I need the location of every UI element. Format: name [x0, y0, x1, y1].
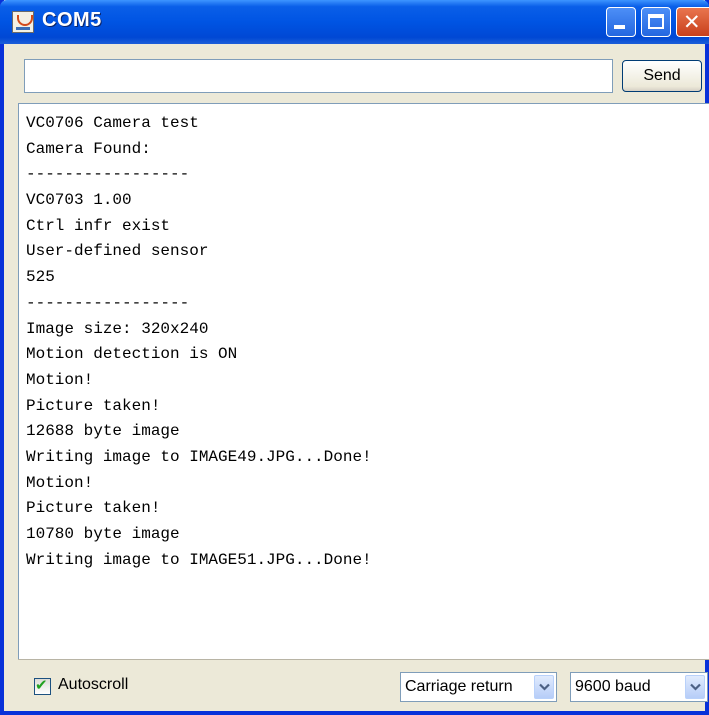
check-icon: ✔	[35, 676, 48, 694]
output-line: VC0706 Camera test	[26, 114, 199, 132]
chevron-down-icon[interactable]	[685, 675, 705, 699]
output-line: -----------------	[26, 165, 190, 184]
output-line: Ctrl infr exist	[26, 216, 171, 235]
status-bar: ✔ Autoscroll Carriage return 9600 baud	[18, 659, 709, 712]
line-ending-value: Carriage return	[405, 678, 513, 695]
output-line: Writing image to IMAGE51.JPG...Done!	[26, 550, 372, 569]
close-button[interactable]: ✕	[676, 7, 709, 37]
output-line: Motion!	[26, 473, 94, 492]
output-line: Image size: 320x240	[26, 319, 209, 338]
line-ending-select[interactable]: Carriage return	[400, 672, 557, 702]
autoscroll-checkbox[interactable]: ✔	[34, 676, 51, 695]
output-line: -----------------	[26, 293, 190, 312]
output-line: 12688 byte image	[26, 422, 180, 441]
minimize-icon	[614, 25, 625, 29]
output-line: Camera Found:	[26, 139, 151, 158]
serial-input[interactable]	[24, 59, 613, 93]
output-line: 525	[26, 268, 55, 287]
chevron-down-icon[interactable]	[534, 675, 554, 699]
output-line: VC0703 1.00	[26, 191, 132, 210]
window-title: COM5	[42, 9, 102, 31]
close-icon: ✕	[683, 10, 701, 34]
baud-rate-select[interactable]: 9600 baud	[570, 672, 708, 702]
serial-monitor-window: COM5 ✕ Send VC0706 Camera test Camera Fou…	[0, 0, 709, 715]
output-line: Motion detection is ON	[26, 345, 238, 364]
output-line: 10780 byte image	[26, 525, 180, 543]
maximize-button[interactable]	[641, 7, 671, 37]
output-line: Writing image to IMAGE49.JPG...Done!	[26, 447, 372, 466]
output-line: Picture taken!	[26, 499, 161, 518]
output-line: Picture taken!	[26, 396, 161, 415]
output-line: Motion!	[26, 370, 94, 389]
baud-rate-value: 9600 baud	[575, 678, 651, 695]
serial-output[interactable]: VC0706 Camera test Camera Found: ---------…	[18, 103, 709, 659]
autoscroll-label[interactable]: Autoscroll	[58, 676, 128, 694]
minimize-button[interactable]	[606, 7, 636, 37]
send-button[interactable]: Send	[622, 60, 702, 92]
title-bar[interactable]: COM5 ✕	[0, 0, 709, 44]
maximize-icon	[648, 14, 664, 29]
serial-monitor-icon	[12, 11, 34, 33]
output-line: User-defined sensor	[26, 242, 209, 261]
